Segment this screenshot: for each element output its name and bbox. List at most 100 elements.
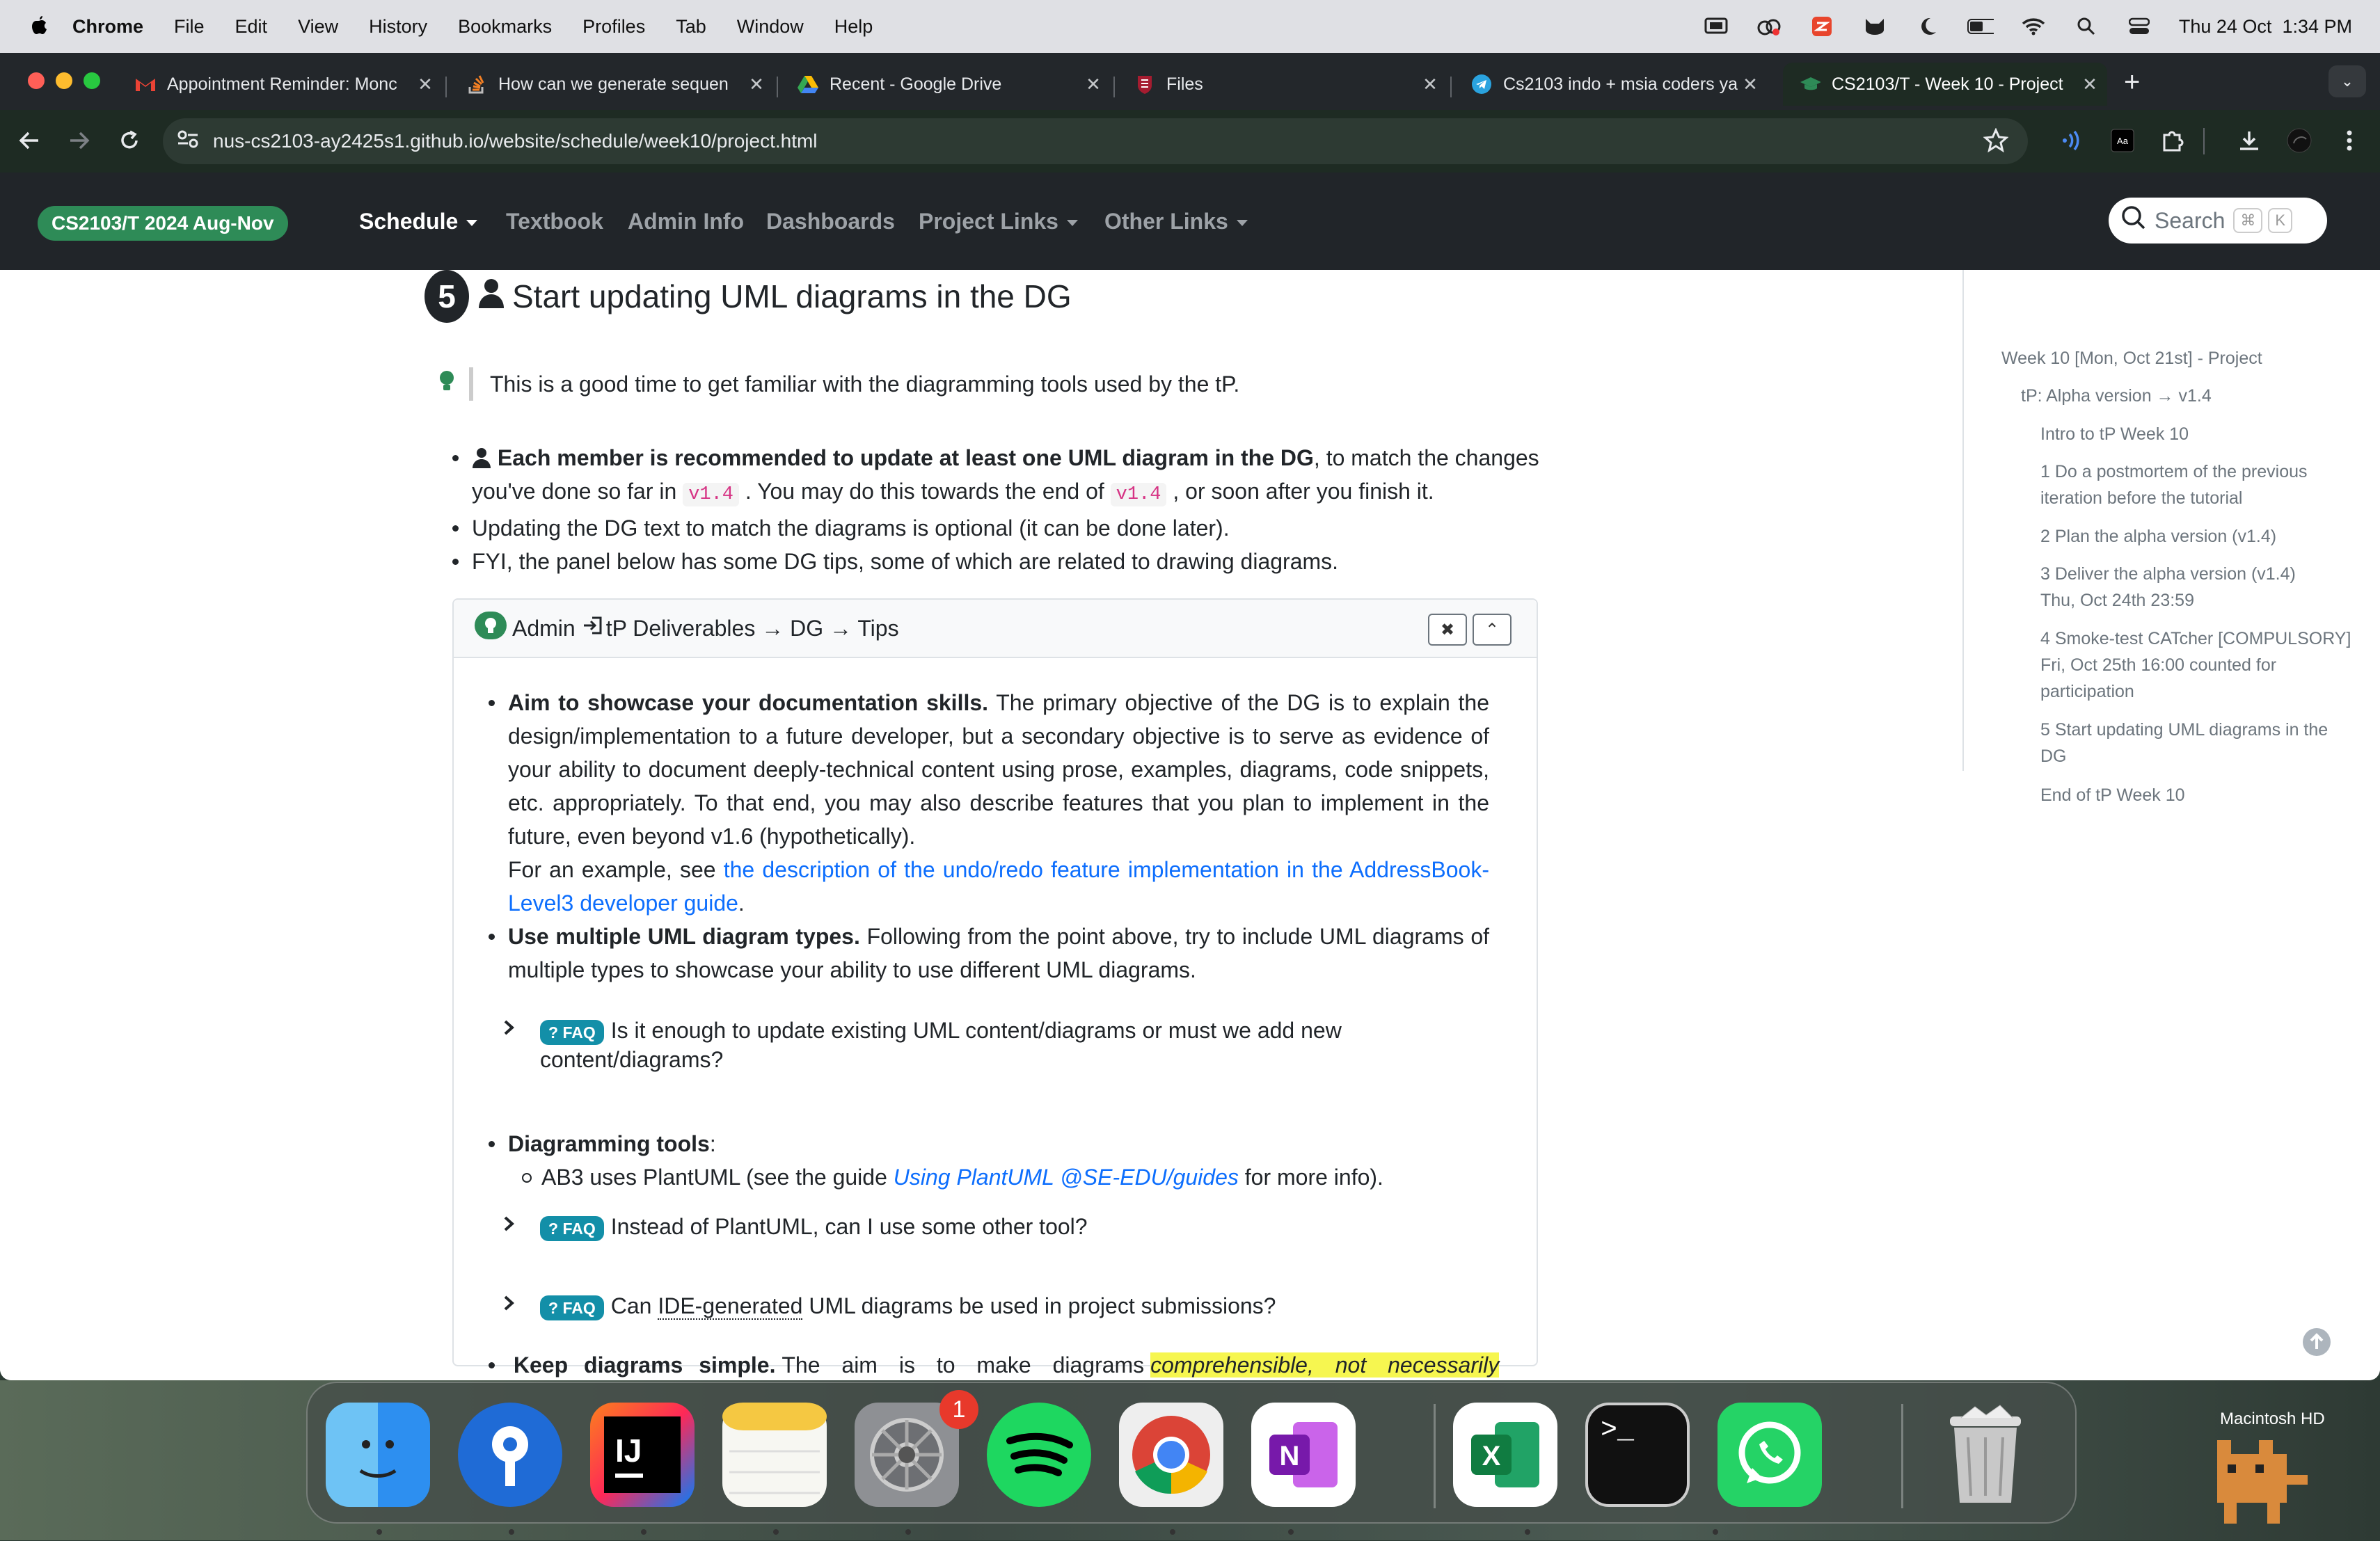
download-icon[interactable] (2235, 127, 2263, 154)
toc-item[interactable]: 2 Plan the alpha version (v1.4) (2040, 523, 2276, 550)
apple-icon[interactable] (28, 15, 49, 38)
menu-app-name[interactable]: Chrome (72, 16, 143, 38)
maximize-window-button[interactable] (84, 72, 100, 89)
tab-files[interactable]: Files ✕ (1118, 63, 1447, 106)
intellij-icon[interactable]: IJ (590, 1403, 695, 1507)
new-tab-button[interactable]: + (2124, 68, 2140, 96)
battery-icon[interactable] (1967, 16, 1994, 37)
faq-content: ? FAQ Can IDE-generated UML diagrams be u… (540, 1291, 1276, 1320)
toc-item[interactable]: 1 Do a postmortem of the previous iterat… (2040, 458, 2347, 511)
tab-gmail[interactable]: Appointment Reminder: Monc ✕ (118, 63, 443, 106)
menu-history[interactable]: History (369, 16, 427, 38)
lightbulb-badge-icon (475, 612, 507, 645)
cat-menu-icon[interactable] (1862, 16, 1888, 37)
nav-other-links[interactable]: Other Links (1104, 209, 1248, 234)
back-icon[interactable] (15, 127, 43, 154)
chevron-right-icon[interactable] (502, 1212, 523, 1241)
close-icon[interactable]: ✕ (746, 74, 767, 95)
tip-text: The aim is to make diagrams (782, 1352, 1145, 1378)
close-icon[interactable]: ✕ (415, 74, 436, 95)
reload-icon[interactable] (116, 127, 143, 154)
profile-avatar-icon[interactable] (2285, 127, 2313, 154)
toc-item[interactable]: tP: Alpha version → v1.4 (2021, 383, 2212, 409)
menu-window[interactable]: Window (737, 16, 804, 38)
app-indicator-icon[interactable] (1809, 16, 1835, 37)
close-icon[interactable]: ✕ (2079, 74, 2100, 95)
brand-badge[interactable]: CS2103/T 2024 Aug-Nov (38, 206, 288, 241)
wifi-icon[interactable] (2020, 16, 2047, 37)
control-center-icon[interactable] (2126, 16, 2152, 37)
toc-item[interactable]: 3 Deliver the alpha version (v1.4) Thu, … (2040, 561, 2333, 614)
plantuml-guide-link[interactable]: Using PlantUML @SE-EDU/guides (894, 1165, 1239, 1190)
password-icon[interactable] (458, 1403, 562, 1507)
terminal-icon[interactable]: >_ (1585, 1403, 1690, 1507)
tab-stackoverflow[interactable]: How can we generate sequen ✕ (450, 63, 774, 106)
menu-bookmarks[interactable]: Bookmarks (458, 16, 552, 38)
ide-abbreviation[interactable]: IDE-generated (658, 1293, 803, 1320)
menu-help[interactable]: Help (834, 16, 873, 38)
spotify-icon[interactable] (987, 1403, 1091, 1507)
tab-label: Cs2103 indo + msia coders ya (1503, 74, 1738, 94)
more-menu-icon[interactable] (2335, 127, 2363, 154)
excel-icon[interactable]: X (1453, 1403, 1557, 1507)
version-code: v1.4 (1110, 483, 1167, 506)
panel-header[interactable]: Admin tP Deliverables → DG → Tips ✖ ⌃ (454, 600, 1537, 658)
toc-item[interactable]: 5 Start updating UML diagrams in the DG (2040, 717, 2333, 769)
site-info-icon[interactable] (177, 129, 200, 154)
moon-icon[interactable] (1914, 16, 1941, 37)
panel-admin-label: Admin (512, 615, 576, 641)
nav-project-links[interactable]: Project Links (919, 209, 1078, 234)
forward-icon[interactable] (65, 127, 93, 154)
tab-telegram[interactable]: Cs2103 indo + msia coders ya ✕ (1454, 63, 1768, 106)
close-icon[interactable]: ✕ (1083, 74, 1104, 95)
close-icon[interactable]: ✕ (1420, 74, 1441, 95)
tab-search-button[interactable]: ⌄ (2329, 65, 2366, 97)
panel-collapse-button[interactable]: ⌃ (1473, 614, 1512, 646)
whatsapp-icon[interactable] (1717, 1403, 1822, 1507)
site-search-button[interactable]: Search ⌘ K (2109, 198, 2327, 243)
close-icon[interactable]: ✕ (1740, 74, 1761, 95)
trash-icon[interactable] (1933, 1403, 2038, 1507)
creative-cloud-icon[interactable] (1756, 16, 1782, 37)
files-icon (1134, 74, 1155, 95)
toc-item[interactable]: Intro to tP Week 10 (2040, 421, 2189, 447)
faq-item-1[interactable]: ? FAQ Is it enough to update existing UML… (502, 1016, 1347, 1074)
nav-dashboards[interactable]: Dashboards (766, 209, 895, 234)
minimize-window-button[interactable] (56, 72, 72, 89)
toc-item[interactable]: End of tP Week 10 (2040, 782, 2185, 808)
menu-view[interactable]: View (298, 16, 338, 38)
faq-item-3[interactable]: ? FAQ Can IDE-generated UML diagrams be u… (502, 1291, 1276, 1320)
nav-schedule[interactable]: Schedule (359, 209, 478, 234)
desktop-pet-cat-icon[interactable] (2189, 1412, 2315, 1541)
bookmark-star-icon[interactable] (1983, 127, 2009, 158)
menu-profiles[interactable]: Profiles (582, 16, 645, 38)
spotlight-search-icon[interactable] (2073, 16, 2100, 37)
address-bar[interactable]: nus-cs2103-ay2425s1.github.io/website/sc… (163, 118, 2028, 164)
toc-item[interactable]: Week 10 [Mon, Oct 21st] - Project (2001, 345, 2262, 372)
faq-item-2[interactable]: ? FAQ Instead of PlantUML, can I use some… (502, 1212, 1088, 1241)
extensions-puzzle-icon[interactable] (2159, 127, 2187, 154)
nav-admin-info[interactable]: Admin Info (628, 209, 744, 234)
chevron-right-icon[interactable] (502, 1016, 523, 1045)
menu-file[interactable]: File (174, 16, 205, 38)
chrome-icon[interactable] (1119, 1403, 1223, 1507)
chevron-right-icon[interactable] (502, 1291, 523, 1320)
finder-icon[interactable] (326, 1403, 430, 1507)
extension-wave-icon[interactable] (2058, 127, 2086, 154)
scroll-to-top-icon[interactable] (2302, 1327, 2331, 1360)
screen-mirror-icon[interactable] (1703, 16, 1729, 37)
notes-icon[interactable] (722, 1403, 827, 1507)
close-window-button[interactable] (28, 72, 45, 89)
menu-clock[interactable]: Thu 24 Oct 1:34 PM (2179, 16, 2352, 38)
tab-google-drive[interactable]: Recent - Google Drive ✕ (781, 63, 1111, 106)
url-text[interactable]: nus-cs2103-ay2425s1.github.io/website/sc… (213, 130, 818, 152)
dictionary-extension-icon[interactable]: Aa (2109, 127, 2136, 154)
menu-tab[interactable]: Tab (676, 16, 706, 38)
nav-textbook[interactable]: Textbook (506, 209, 603, 234)
menu-edit[interactable]: Edit (235, 16, 268, 38)
toc-item[interactable]: 4 Smoke-test CATcher [COMPULSORY] Fri, O… (2040, 625, 2354, 705)
onenote-icon[interactable]: N (1251, 1403, 1356, 1507)
panel-close-button[interactable]: ✖ (1428, 614, 1467, 646)
browser-toolbar: nus-cs2103-ay2425s1.github.io/website/sc… (0, 110, 2380, 173)
tab-cs2103-active[interactable]: CS2103/T - Week 10 - Project ✕ (1783, 63, 2107, 106)
